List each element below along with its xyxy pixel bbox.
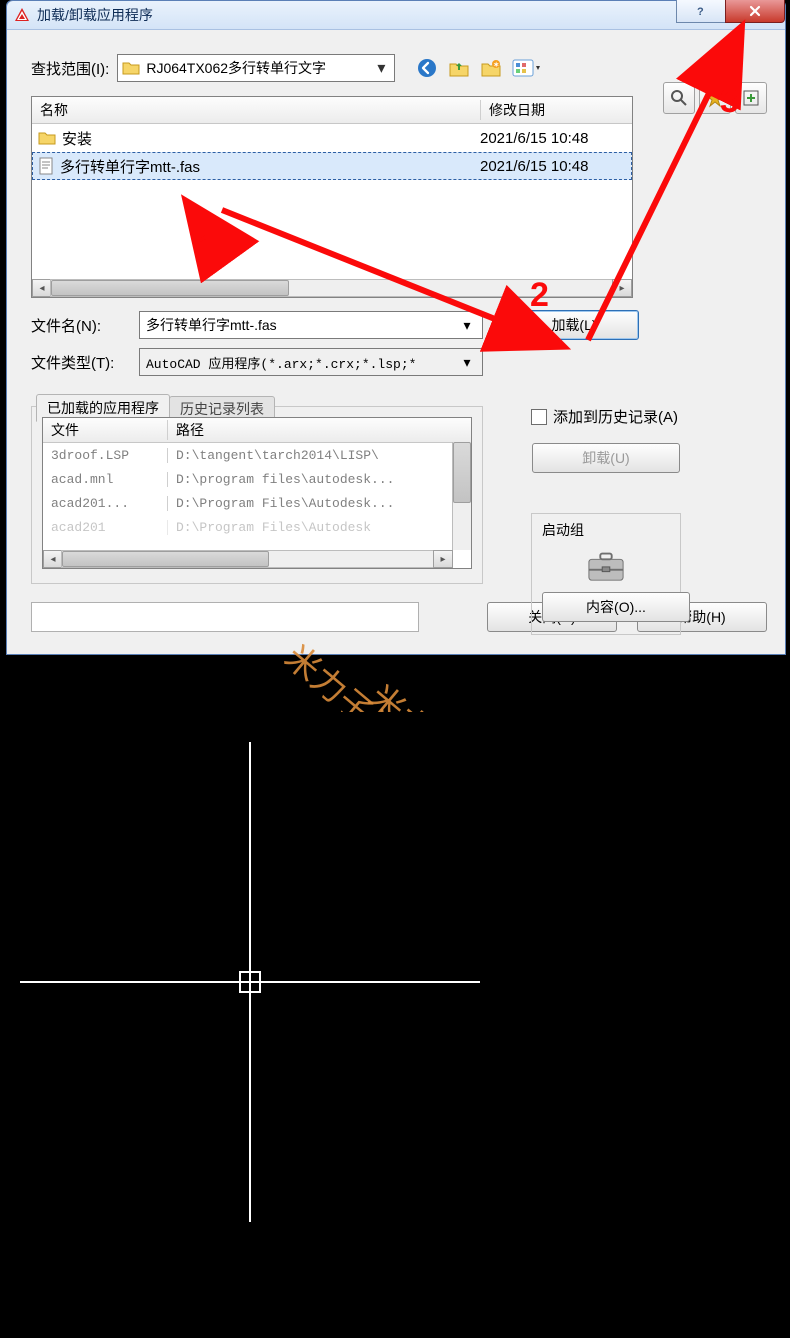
svg-text:✶: ✶ xyxy=(494,61,500,69)
briefcase-icon xyxy=(582,546,630,584)
add-history-label: 添加到历史记录(A) xyxy=(553,406,678,427)
unload-button[interactable]: 卸载(U) xyxy=(532,443,680,473)
loaded-file: acad201... xyxy=(43,496,168,511)
file-list[interactable]: 名称 修改日期 安装 2021/6/15 10:48 xyxy=(31,96,633,298)
lookin-value: RJ064TX062多行转单行文字 xyxy=(146,58,372,78)
help-titlebar-button[interactable]: ? xyxy=(676,0,726,23)
lookin-label: 查找范围(I): xyxy=(31,58,109,79)
new-folder-button[interactable]: ✶ xyxy=(479,56,503,80)
col-file-header[interactable]: 文件 xyxy=(43,420,168,440)
file-name: 多行转单行字mtt-.fas xyxy=(60,156,200,177)
scroll-left-button[interactable]: ◂ xyxy=(32,279,52,297)
scroll-right-button[interactable]: ▸ xyxy=(433,550,453,568)
load-button[interactable]: 加载(L) xyxy=(509,310,639,340)
titlebar: 加载/卸载应用程序 ? xyxy=(7,1,785,30)
svg-text:?: ? xyxy=(697,6,704,17)
dropdown-arrow-icon[interactable]: ▾ xyxy=(372,58,390,78)
add-history-checkbox-row[interactable]: 添加到历史记录(A) xyxy=(531,406,681,427)
crosshair-cursor-icon xyxy=(0,712,790,1338)
loaded-apps-table[interactable]: 文件 路径 3droof.LSP D:\tangent\tarch2014\LI… xyxy=(42,417,472,569)
loaded-file: acad201 xyxy=(43,520,168,535)
script-file-icon xyxy=(38,157,54,175)
col-path-header[interactable]: 路径 xyxy=(168,420,471,440)
loaded-file: 3droof.LSP xyxy=(43,448,168,463)
favorites-button[interactable] xyxy=(699,82,731,114)
file-date: 2021/6/15 10:48 xyxy=(472,130,632,147)
contents-button[interactable]: 内容(O)... xyxy=(542,592,690,622)
file-row-fas[interactable]: 多行转单行字mtt-.fas 2021/6/15 10:48 xyxy=(32,152,632,180)
loaded-file: acad.mnl xyxy=(43,472,168,487)
file-date: 2021/6/15 10:48 xyxy=(472,158,632,175)
loaded-path: D:\tangent\tarch2014\LISP\ xyxy=(168,448,471,463)
startup-label: 启动组 xyxy=(542,520,670,540)
file-row-folder[interactable]: 安装 2021/6/15 10:48 xyxy=(32,124,632,152)
back-button[interactable] xyxy=(415,56,439,80)
filename-label: 文件名(N): xyxy=(31,315,131,336)
loaded-row[interactable]: acad.mnl D:\program files\autodesk... xyxy=(43,467,471,491)
folder-icon xyxy=(122,60,140,76)
filetype-combo[interactable]: AutoCAD 应用程序(*.arx;*.crx;*.lsp;* ▾ xyxy=(139,348,483,376)
window-title: 加载/卸载应用程序 xyxy=(37,5,781,25)
startup-group: 启动组 内容(O)... xyxy=(531,513,681,635)
lookin-combo[interactable]: RJ064TX062多行转单行文字 ▾ xyxy=(117,54,395,82)
filetype-label: 文件类型(T): xyxy=(31,352,131,373)
scroll-left-button[interactable]: ◂ xyxy=(43,550,63,568)
loaded-path: D:\Program Files\Autodesk xyxy=(168,520,471,535)
filename-combo[interactable]: 多行转单行字mtt-.fas ▾ xyxy=(139,311,483,339)
view-menu-button[interactable] xyxy=(511,56,545,80)
checkbox-icon[interactable] xyxy=(531,409,547,425)
loaded-path: D:\Program Files\Autodesk... xyxy=(168,496,471,511)
file-name: 安装 xyxy=(62,128,92,149)
loaded-row[interactable]: acad201... D:\Program Files\Autodesk... xyxy=(43,491,471,515)
cad-drawing-area[interactable]: MTT MTT xyxy=(0,712,790,1338)
scroll-right-button[interactable]: ▸ xyxy=(612,279,632,297)
scroll-thumb[interactable] xyxy=(51,280,289,296)
find-file-button[interactable] xyxy=(663,82,695,114)
horizontal-scrollbar[interactable]: ◂ ▸ xyxy=(32,279,632,297)
loaded-apps-group: 已加载的应用程序 历史记录列表 文件 路径 3droof.LSP D:\tang… xyxy=(31,406,483,584)
column-name-header[interactable]: 名称 xyxy=(32,100,481,120)
dropdown-arrow-icon[interactable]: ▾ xyxy=(458,317,476,334)
up-folder-button[interactable] xyxy=(447,56,471,80)
status-message xyxy=(31,602,419,632)
filetype-value: AutoCAD 应用程序(*.arx;*.crx;*.lsp;* xyxy=(146,353,458,372)
file-list-header: 名称 修改日期 xyxy=(32,97,632,124)
loaded-row[interactable]: acad201 D:\Program Files\Autodesk xyxy=(43,515,471,539)
scroll-thumb[interactable] xyxy=(62,551,269,567)
vertical-scrollbar[interactable] xyxy=(452,442,471,550)
column-date-header[interactable]: 修改日期 xyxy=(481,100,632,120)
horizontal-scrollbar[interactable]: ◂ ▸ xyxy=(43,550,453,568)
loaded-row[interactable]: 3droof.LSP D:\tangent\tarch2014\LISP\ xyxy=(43,443,471,467)
dropdown-arrow-icon[interactable]: ▾ xyxy=(458,354,476,371)
close-window-button[interactable] xyxy=(725,0,785,23)
folder-icon xyxy=(38,130,56,146)
autocad-logo-icon xyxy=(13,6,31,24)
loaded-path: D:\program files\autodesk... xyxy=(168,472,471,487)
scroll-thumb[interactable] xyxy=(453,442,471,503)
load-unload-dialog: 加载/卸载应用程序 ? 查找范围(I): RJ064TX062多行 xyxy=(6,0,786,655)
add-to-favorites-button[interactable] xyxy=(735,82,767,114)
filename-value: 多行转单行字mtt-.fas xyxy=(146,315,458,335)
